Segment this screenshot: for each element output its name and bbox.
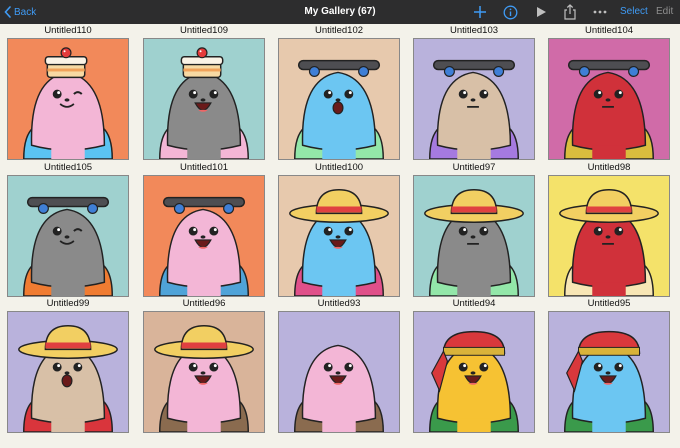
- gallery-item[interactable]: Untitled109: [143, 24, 265, 160]
- gallery-item[interactable]: Untitled104: [548, 24, 670, 160]
- gallery-thumbnail[interactable]: [143, 38, 265, 160]
- gallery-item-title: Untitled103: [449, 25, 499, 36]
- gallery-item[interactable]: Untitled94: [413, 297, 535, 433]
- gallery-item-title: Untitled95: [587, 298, 631, 309]
- more-icon[interactable]: [590, 2, 610, 22]
- back-label: Back: [14, 6, 37, 18]
- gallery-item[interactable]: Untitled98: [548, 161, 670, 297]
- gallery-item-title: Untitled105: [43, 162, 93, 173]
- gallery-item-title: Untitled97: [452, 162, 496, 173]
- gallery-item[interactable]: Untitled97: [413, 161, 535, 297]
- gallery-thumbnail[interactable]: [7, 311, 129, 433]
- gallery-thumbnail[interactable]: [143, 311, 265, 433]
- gallery-thumbnail[interactable]: [548, 175, 670, 297]
- gallery-thumbnail[interactable]: [278, 311, 400, 433]
- share-icon[interactable]: [560, 2, 580, 22]
- gallery-thumbnail[interactable]: [278, 175, 400, 297]
- gallery-item[interactable]: Untitled110: [7, 24, 129, 160]
- gallery-thumbnail[interactable]: [413, 38, 535, 160]
- gallery-item-title: Untitled93: [317, 298, 361, 309]
- gallery-item[interactable]: Untitled101: [143, 161, 265, 297]
- gallery-item[interactable]: Untitled100: [278, 161, 400, 297]
- gallery-item[interactable]: Untitled103: [413, 24, 535, 160]
- gallery-item-title: Untitled96: [182, 298, 226, 309]
- gallery-item[interactable]: Untitled102: [278, 24, 400, 160]
- plus-icon[interactable]: [470, 2, 490, 22]
- gallery-grid: Untitled110 Untitled109 Untitled102 Unti…: [0, 24, 680, 448]
- gallery-thumbnail[interactable]: [7, 38, 129, 160]
- back-button[interactable]: Back: [4, 3, 36, 21]
- select-button[interactable]: Select: [620, 0, 648, 24]
- gallery-item-title: Untitled101: [179, 162, 229, 173]
- gallery-item[interactable]: Untitled96: [143, 297, 265, 433]
- info-icon[interactable]: [500, 2, 520, 22]
- gallery-item-title: Untitled98: [587, 162, 631, 173]
- gallery-item-title: Untitled94: [452, 298, 496, 309]
- chevron-left-icon: [4, 6, 11, 18]
- gallery-item[interactable]: Untitled99: [7, 297, 129, 433]
- gallery-item[interactable]: Untitled105: [7, 161, 129, 297]
- gallery-thumbnail[interactable]: [7, 175, 129, 297]
- gallery-thumbnail[interactable]: [548, 311, 670, 433]
- gallery-item[interactable]: Untitled93: [278, 297, 400, 433]
- gallery-item-title: Untitled104: [584, 25, 634, 36]
- gallery-thumbnail[interactable]: [413, 175, 535, 297]
- gallery-thumbnail[interactable]: [548, 38, 670, 160]
- gallery-item-title: Untitled102: [314, 25, 364, 36]
- gallery-thumbnail[interactable]: [278, 38, 400, 160]
- gallery-item-title: Untitled109: [179, 25, 229, 36]
- gallery-thumbnail[interactable]: [143, 175, 265, 297]
- gallery-item-title: Untitled100: [314, 162, 364, 173]
- gallery-thumbnail[interactable]: [413, 311, 535, 433]
- play-icon[interactable]: [531, 2, 551, 22]
- edit-button[interactable]: Edit: [656, 0, 673, 24]
- gallery-item-title: Untitled99: [46, 298, 90, 309]
- gallery-item-title: Untitled110: [44, 25, 92, 36]
- top-toolbar: Back My Gallery (67) Select Edit: [0, 0, 680, 24]
- gallery-item[interactable]: Untitled95: [548, 297, 670, 433]
